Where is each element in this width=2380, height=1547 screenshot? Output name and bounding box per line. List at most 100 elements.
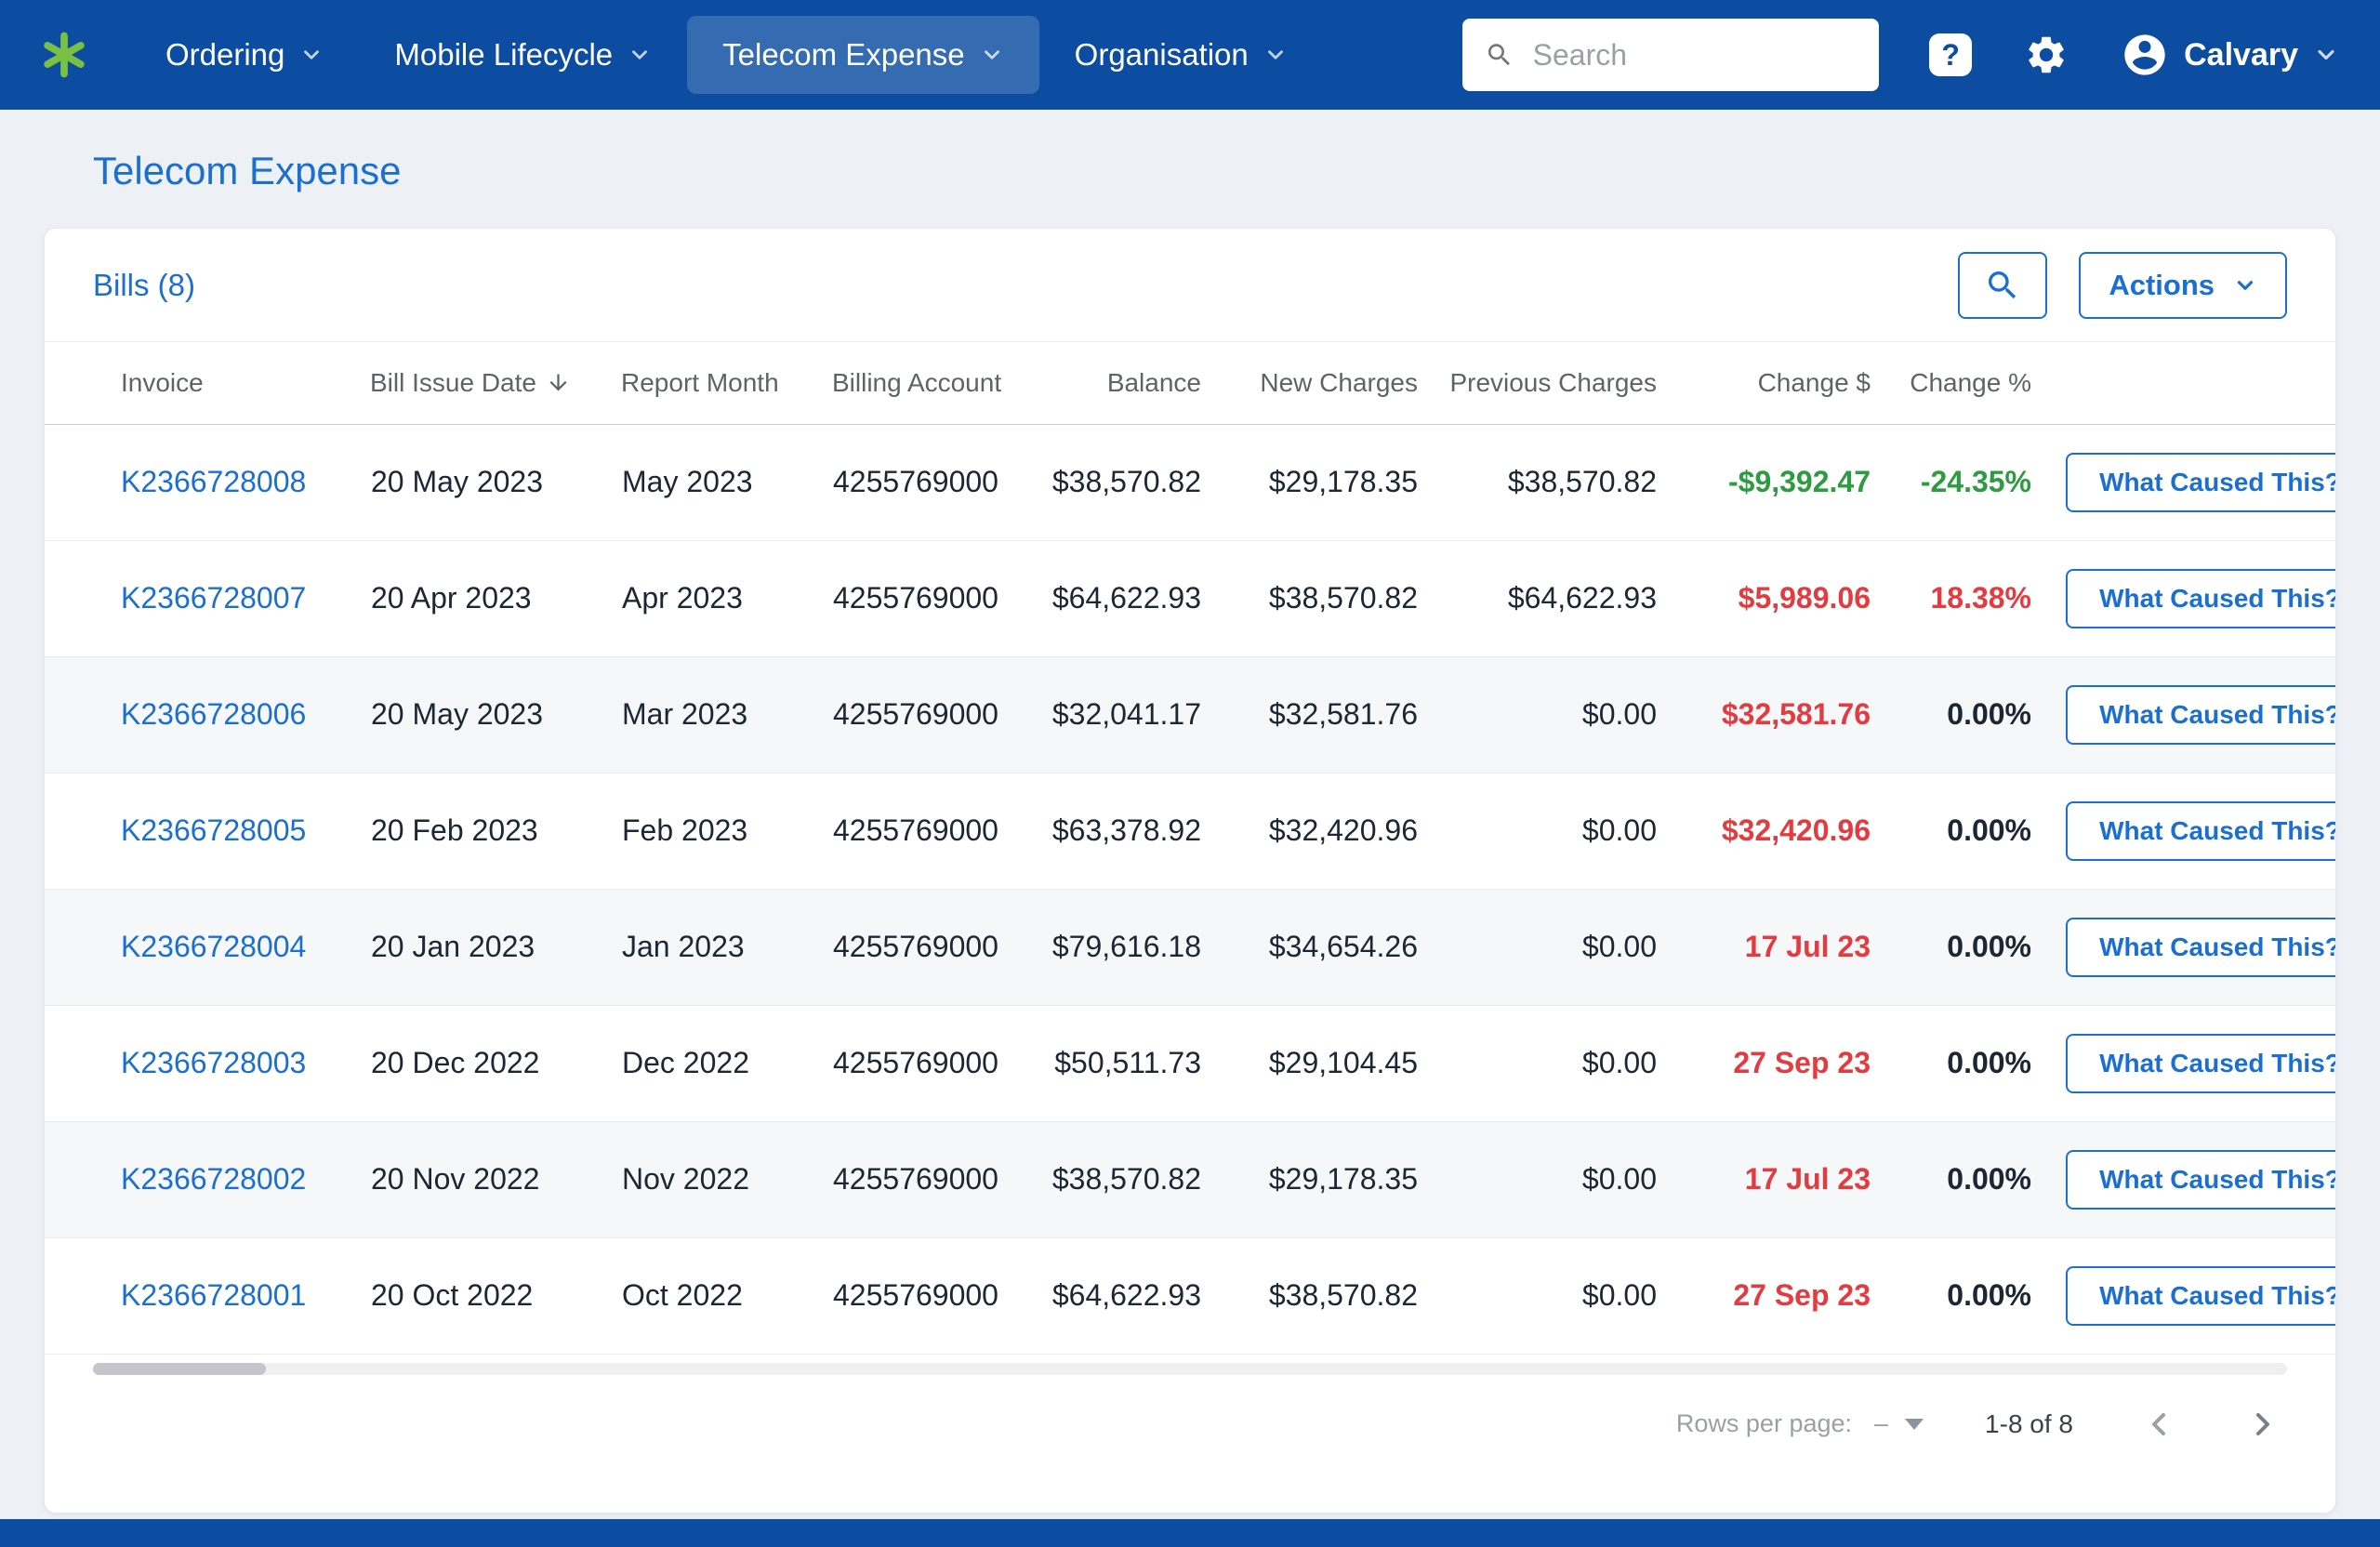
- user-menu[interactable]: Calvary: [2121, 31, 2339, 79]
- cell-change-amount: $5,989.06: [1678, 540, 1892, 656]
- cell-change-amount: $32,420.96: [1678, 773, 1892, 889]
- cell-change-amount: 27 Sep 23: [1678, 1237, 1892, 1354]
- previous-page-button[interactable]: [2140, 1406, 2177, 1443]
- what-caused-this-button[interactable]: What Caused This?: [2066, 801, 2335, 861]
- nav-item-organisation[interactable]: Organisation: [1039, 16, 1323, 94]
- column-header-billing-account[interactable]: Billing Account: [832, 342, 1037, 424]
- cell-new-charges: $29,178.35: [1223, 1121, 1439, 1237]
- cell-report-month: Dec 2022: [621, 1005, 832, 1121]
- table-row: K2366728006 20 May 2023 Mar 2023 4255769…: [45, 656, 2335, 773]
- cell-balance: $38,570.82: [1037, 1121, 1223, 1237]
- cell-change-percent: 18.38%: [1892, 540, 2053, 656]
- sort-descending-icon[interactable]: [546, 370, 571, 395]
- column-header-invoice[interactable]: Invoice: [45, 342, 370, 424]
- cell-bill-issue-date: 20 May 2023: [370, 656, 621, 773]
- cell-report-month: Apr 2023: [621, 540, 832, 656]
- what-caused-this-button[interactable]: What Caused This?: [2066, 453, 2335, 512]
- actions-button[interactable]: Actions: [2079, 252, 2287, 319]
- column-header-report-month[interactable]: Report Month: [621, 342, 832, 424]
- chevron-down-icon: [980, 43, 1004, 67]
- cell-billing-account: 4255769000: [832, 889, 1037, 1005]
- chevron-down-icon: [2313, 42, 2339, 68]
- cell-change-percent: -24.35%: [1892, 424, 2053, 540]
- invoice-link[interactable]: K2366728003: [121, 1046, 306, 1079]
- invoice-link[interactable]: K2366728001: [121, 1278, 306, 1312]
- pagination-bar: Rows per page: – 1-8 of 8: [45, 1375, 2335, 1461]
- app-logo-icon[interactable]: [37, 28, 91, 82]
- help-question-mark: ?: [1941, 40, 1960, 70]
- cell-row-action: What Caused This?: [2053, 1121, 2335, 1237]
- cell-report-month: Mar 2023: [621, 656, 832, 773]
- cell-new-charges: $29,104.45: [1223, 1005, 1439, 1121]
- nav-item-ordering[interactable]: Ordering: [130, 16, 359, 94]
- top-navbar: Ordering Mobile Lifecycle Telecom Expens…: [0, 0, 2380, 110]
- cell-balance: $38,570.82: [1037, 424, 1223, 540]
- nav-item-telecom-expense[interactable]: Telecom Expense: [687, 16, 1038, 94]
- cell-new-charges: $38,570.82: [1223, 1237, 1439, 1354]
- user-avatar-icon: [2121, 31, 2169, 79]
- cell-new-charges: $32,420.96: [1223, 773, 1439, 889]
- user-name: Calvary: [2184, 37, 2298, 73]
- global-search-box: [1462, 19, 1879, 91]
- next-page-button[interactable]: [2244, 1406, 2281, 1443]
- invoice-link[interactable]: K2366728008: [121, 465, 306, 498]
- invoice-link[interactable]: K2366728002: [121, 1162, 306, 1196]
- cell-invoice: K2366728004: [45, 889, 370, 1005]
- cell-report-month: Oct 2022: [621, 1237, 832, 1354]
- cell-bill-issue-date: 20 Jan 2023: [370, 889, 621, 1005]
- cell-row-action: What Caused This?: [2053, 889, 2335, 1005]
- nav-item-mobile-lifecycle[interactable]: Mobile Lifecycle: [359, 16, 687, 94]
- cell-billing-account: 4255769000: [832, 540, 1037, 656]
- cell-bill-issue-date: 20 Apr 2023: [370, 540, 621, 656]
- cell-billing-account: 4255769000: [832, 656, 1037, 773]
- bottom-bar: [0, 1519, 2380, 1547]
- cell-report-month: Nov 2022: [621, 1121, 832, 1237]
- nav-item-label: Ordering: [165, 37, 284, 73]
- cell-change-percent: 0.00%: [1892, 889, 2053, 1005]
- pagination-range: 1-8 of 8: [1985, 1409, 2073, 1439]
- table-search-button[interactable]: [1958, 252, 2047, 319]
- chevron-left-icon: [2140, 1406, 2177, 1443]
- cell-balance: $79,616.18: [1037, 889, 1223, 1005]
- horizontal-scrollbar-thumb[interactable]: [93, 1363, 266, 1375]
- what-caused-this-button[interactable]: What Caused This?: [2066, 685, 2335, 745]
- what-caused-this-button[interactable]: What Caused This?: [2066, 569, 2335, 628]
- chevron-down-icon: [1263, 43, 1288, 67]
- cell-previous-charges: $0.00: [1439, 1237, 1678, 1354]
- cell-new-charges: $29,178.35: [1223, 424, 1439, 540]
- cell-change-amount: -$9,392.47: [1678, 424, 1892, 540]
- rows-per-page-select[interactable]: –: [1874, 1409, 1924, 1438]
- settings-gear-icon[interactable]: [2024, 33, 2069, 77]
- help-icon[interactable]: ?: [1929, 33, 1972, 76]
- cell-billing-account: 4255769000: [832, 773, 1037, 889]
- invoice-link[interactable]: K2366728007: [121, 581, 306, 615]
- column-header-label: Bill Issue Date: [370, 368, 536, 398]
- column-header-balance[interactable]: Balance: [1037, 342, 1223, 424]
- search-input[interactable]: [1531, 37, 1858, 73]
- what-caused-this-button[interactable]: What Caused This?: [2066, 1034, 2335, 1093]
- column-header-bill-issue-date[interactable]: Bill Issue Date: [370, 342, 621, 424]
- cell-report-month: May 2023: [621, 424, 832, 540]
- what-caused-this-button[interactable]: What Caused This?: [2066, 1266, 2335, 1326]
- cell-change-percent: 0.00%: [1892, 773, 2053, 889]
- column-header-change-amount[interactable]: Change $: [1678, 342, 1892, 424]
- what-caused-this-button[interactable]: What Caused This?: [2066, 918, 2335, 977]
- what-caused-this-button[interactable]: What Caused This?: [2066, 1150, 2335, 1210]
- cell-previous-charges: $0.00: [1439, 1121, 1678, 1237]
- horizontal-scrollbar-track[interactable]: [93, 1363, 2287, 1375]
- cell-change-amount: 17 Jul 23: [1678, 889, 1892, 1005]
- column-header-new-charges[interactable]: New Charges: [1223, 342, 1439, 424]
- table-header-row: Invoice Bill Issue Date Report Month Bil…: [45, 342, 2335, 424]
- cell-report-month: Feb 2023: [621, 773, 832, 889]
- column-header-change-percent[interactable]: Change %: [1892, 342, 2053, 424]
- column-header-previous-charges[interactable]: Previous Charges: [1439, 342, 1678, 424]
- cell-report-month: Jan 2023: [621, 889, 832, 1005]
- invoice-link[interactable]: K2366728006: [121, 697, 306, 731]
- invoice-link[interactable]: K2366728004: [121, 930, 306, 963]
- table-row: K2366728008 20 May 2023 May 2023 4255769…: [45, 424, 2335, 540]
- table-row: K2366728005 20 Feb 2023 Feb 2023 4255769…: [45, 773, 2335, 889]
- invoice-link[interactable]: K2366728005: [121, 813, 306, 847]
- cell-change-percent: 0.00%: [1892, 656, 2053, 773]
- table-row: K2366728004 20 Jan 2023 Jan 2023 4255769…: [45, 889, 2335, 1005]
- cell-change-amount: 27 Sep 23: [1678, 1005, 1892, 1121]
